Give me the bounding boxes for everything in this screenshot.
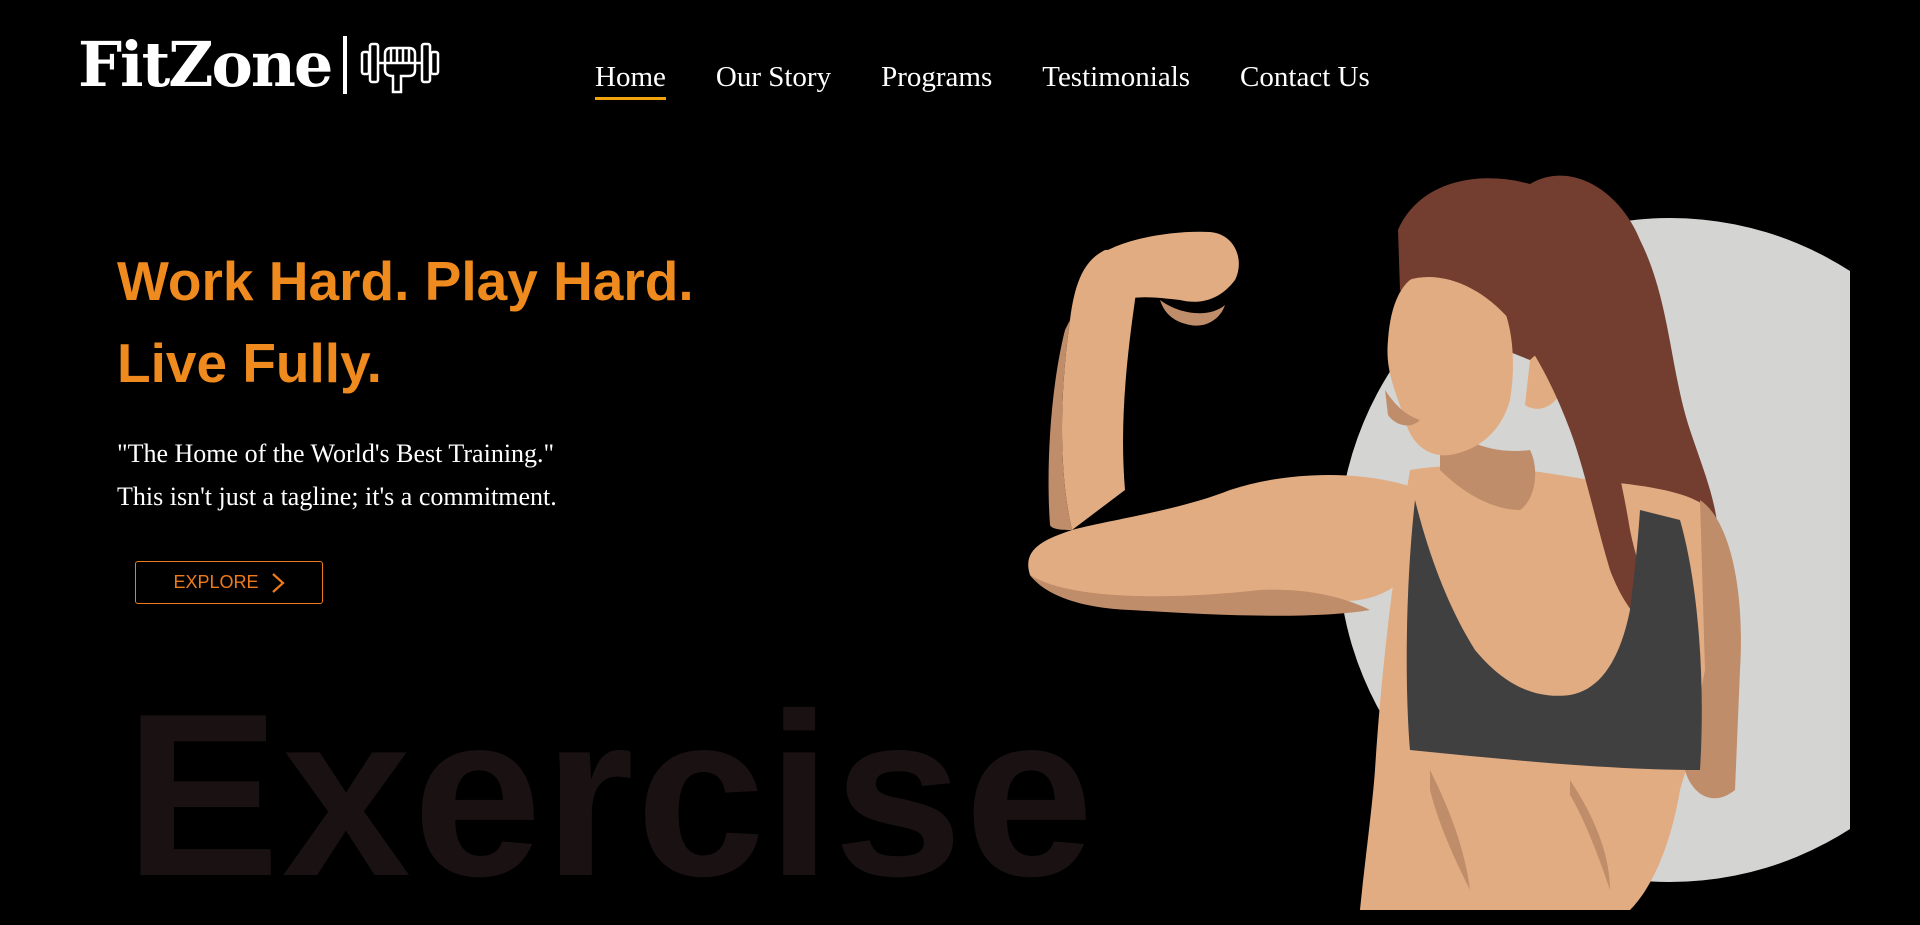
fist — [1100, 231, 1239, 302]
hero-quote: "The Home of the World's Best Training." — [117, 439, 555, 468]
brand-name: FitZone — [78, 28, 333, 101]
nav-home[interactable]: Home — [595, 61, 666, 100]
explore-button-label: EXPLORE — [173, 572, 259, 592]
nav-programs[interactable]: Programs — [881, 61, 992, 100]
main-nav: Home Our Story Programs Testimonials Con… — [595, 61, 1420, 100]
hero-title-line2: Live Fully. — [117, 332, 382, 394]
nav-contact-us[interactable]: Contact Us — [1240, 61, 1370, 100]
hero-title-line1: Work Hard. Play Hard. — [117, 250, 694, 312]
hero-subtext: This isn't just a tagline; it's a commit… — [117, 482, 557, 511]
chevron-right-icon — [271, 572, 285, 593]
dumbbell-fist-icon — [361, 42, 440, 94]
background-word: Exercise — [125, 666, 1096, 925]
nav-our-story[interactable]: Our Story — [716, 61, 831, 100]
logo-divider — [343, 36, 348, 94]
woman-flexing-bicep-illustration — [1028, 175, 1850, 910]
nav-testimonials[interactable]: Testimonials — [1042, 61, 1190, 100]
brand-logo[interactable]: FitZone — [78, 30, 441, 100]
hero-description: "The Home of the World's Best Training."… — [117, 432, 557, 518]
explore-button[interactable]: EXPLORE — [135, 561, 323, 604]
hero-title: Work Hard. Play Hard. Live Fully. — [117, 240, 694, 404]
